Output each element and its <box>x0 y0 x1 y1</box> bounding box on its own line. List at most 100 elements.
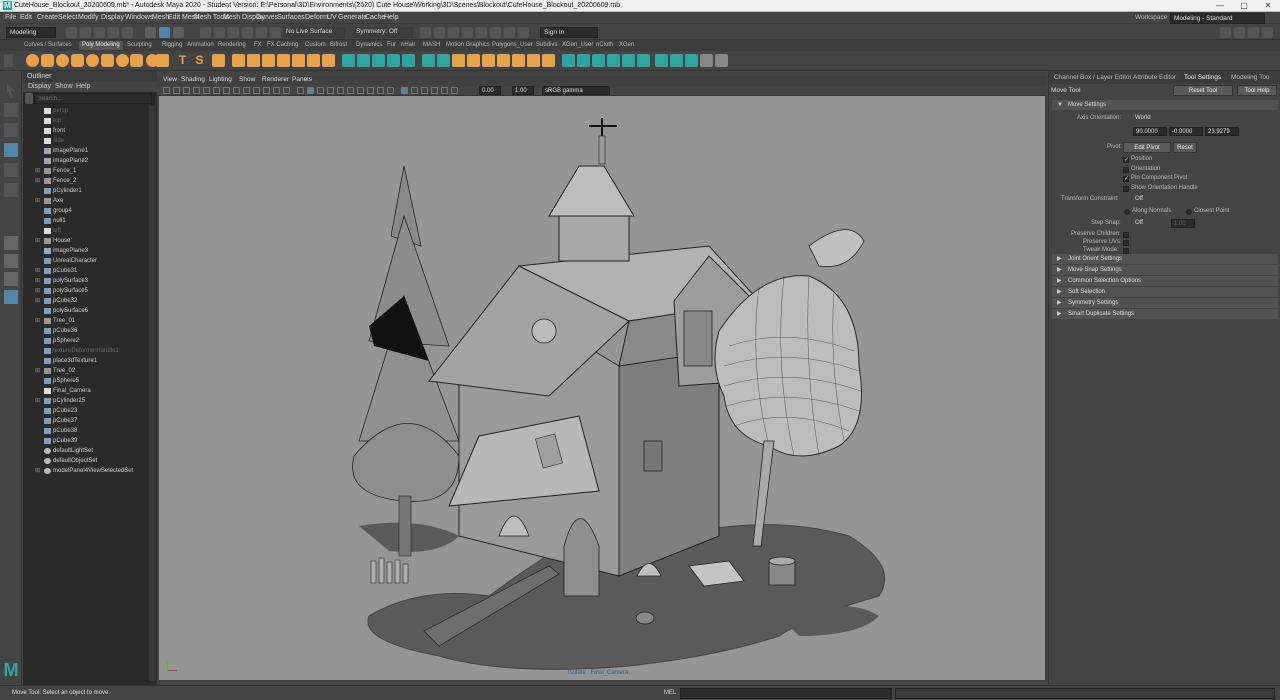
poly-cone-icon[interactable] <box>71 54 84 67</box>
step-snap-select[interactable]: Off <box>1133 219 1167 228</box>
sweep-mesh-icon[interactable] <box>156 54 169 67</box>
new-scene-icon[interactable] <box>66 27 77 38</box>
panel-toggle-icon[interactable] <box>1220 27 1231 38</box>
poly-text-icon[interactable]: T <box>176 54 189 67</box>
depth-of-field-icon[interactable] <box>387 87 394 94</box>
render-setup-icon[interactable] <box>490 27 501 38</box>
sculpt-icon[interactable] <box>715 54 728 67</box>
isolate-select-icon[interactable] <box>401 87 408 94</box>
fill-hole-icon[interactable] <box>322 54 335 67</box>
shadows-icon[interactable] <box>347 87 354 94</box>
axis-orientation-select[interactable]: World <box>1133 114 1231 123</box>
viewport-menu-panels[interactable]: Panels <box>292 76 312 83</box>
section-move-settings[interactable]: ▼ Move Settings <box>1052 100 1278 110</box>
scale-tool-icon[interactable] <box>4 183 18 197</box>
shelf-tab-poly-modeling[interactable]: Poly Modeling <box>79 41 123 50</box>
snap-curve-icon[interactable] <box>214 27 225 38</box>
menu-generate[interactable]: Generate <box>338 14 367 21</box>
outliner-item[interactable]: pCylinder1 <box>23 186 149 196</box>
two-view-layout-icon[interactable] <box>4 272 18 286</box>
expand-icon[interactable]: ⊞ <box>35 316 40 326</box>
menu-select[interactable]: Select <box>58 14 77 21</box>
outliner-menu-help[interactable]: Help <box>76 83 90 90</box>
outliner-item[interactable]: imagePlane2 <box>23 156 149 166</box>
outliner-item[interactable]: pCube23 <box>23 406 149 416</box>
select-tool-icon[interactable] <box>700 54 713 67</box>
extrude-icon[interactable] <box>342 54 355 67</box>
uv-editor-icon[interactable] <box>562 54 575 67</box>
shelf-tab-curves-surfaces[interactable]: Curves / Surfaces <box>24 42 72 48</box>
select-tool-icon[interactable] <box>6 83 16 97</box>
offset-edge-loop-icon[interactable] <box>452 54 465 67</box>
outliner-item[interactable]: pCube39 <box>23 436 149 446</box>
menu-curves[interactable]: Curves <box>256 14 278 21</box>
poly-torus-icon[interactable] <box>86 54 99 67</box>
expand-icon[interactable]: ⊞ <box>35 276 40 286</box>
edit-pivot-button[interactable]: Edit Pivot <box>1123 142 1171 153</box>
section-joint-orient-settings[interactable]: ▶ Joint Orient Settings <box>1052 254 1278 264</box>
shelf-settings-icon[interactable] <box>4 54 13 67</box>
hypershade-icon[interactable] <box>476 27 487 38</box>
outliner-item[interactable]: ⊞ Fence_2 <box>23 176 149 186</box>
viewport-menu-lighting[interactable]: Lighting <box>209 76 232 83</box>
tool-settings-toggle-icon[interactable] <box>1262 27 1273 38</box>
shelf-tab-fx[interactable]: FX <box>254 42 262 48</box>
append-icon[interactable] <box>387 54 400 67</box>
exposure-field[interactable]: 0.00 <box>479 86 501 95</box>
pivot-option-checkbox[interactable] <box>1123 185 1129 192</box>
pivot-option-checkbox[interactable]: ✓ <box>1123 157 1129 163</box>
expand-icon[interactable]: ⊞ <box>35 286 40 296</box>
outliner-item[interactable]: ⊞ Fence_1 <box>23 166 149 176</box>
snap-view-icon[interactable] <box>242 27 253 38</box>
section-common-selection-options[interactable]: ▶ Common Selection Options <box>1052 276 1278 286</box>
x-ray-components-icon[interactable] <box>431 87 438 94</box>
viewport-menu-shading[interactable]: Shading <box>181 76 205 83</box>
resolution-gate-icon[interactable] <box>243 87 250 94</box>
safe-title-icon[interactable] <box>283 87 290 94</box>
preserve-uvs-checkbox[interactable] <box>1123 240 1129 246</box>
expand-icon[interactable]: ⊞ <box>35 166 40 176</box>
separate-icon[interactable] <box>247 54 260 67</box>
poly-disc-icon[interactable] <box>116 54 129 67</box>
motion-blur-icon[interactable] <box>367 87 374 94</box>
shelf-tab-bifrost[interactable]: Bifrost <box>330 42 347 48</box>
extract-icon[interactable] <box>307 54 320 67</box>
poly-sphere-icon[interactable] <box>26 54 39 67</box>
outliner-item[interactable]: Final_Camera <box>23 386 149 396</box>
wedge-icon[interactable] <box>527 54 540 67</box>
shelf-tab-nhair[interactable]: nHair <box>401 42 415 48</box>
boolean-icon[interactable] <box>277 54 290 67</box>
fx-icon[interactable] <box>518 27 529 38</box>
tab-channel-box[interactable]: Channel Box / Layer Editor <box>1054 74 1132 81</box>
select-hierarchy-icon[interactable] <box>145 27 156 38</box>
outliner-item[interactable]: front <box>23 126 149 136</box>
outliner-scrollbar[interactable] <box>149 106 155 681</box>
undo-icon[interactable] <box>108 27 119 38</box>
smooth-shade-icon[interactable] <box>307 87 314 94</box>
viewport-menu-view[interactable]: View <box>163 76 177 83</box>
light-editor-icon[interactable] <box>504 27 515 38</box>
outliner-item[interactable]: imagePlane1 <box>23 146 149 156</box>
outliner-item[interactable]: pCube37 <box>23 416 149 426</box>
insert-edge-loop-icon[interactable] <box>437 54 450 67</box>
expand-icon[interactable]: ⊞ <box>35 236 40 246</box>
platonic-solid-icon[interactable] <box>130 54 143 67</box>
axis-y-field[interactable]: -0.0000 <box>1169 127 1203 136</box>
sew-uv-icon[interactable] <box>637 54 650 67</box>
smooth-icon[interactable] <box>262 54 275 67</box>
outliner-menu-show[interactable]: Show <box>55 83 73 90</box>
outliner-item[interactable]: ⊞ pCylinder25 <box>23 396 149 406</box>
save-scene-icon[interactable] <box>94 27 105 38</box>
viewport-menu-renderer[interactable]: Renderer <box>262 76 289 83</box>
expand-icon[interactable]: ⊞ <box>35 296 40 306</box>
outliner-item[interactable]: group4 <box>23 206 149 216</box>
preserve-children-checkbox[interactable] <box>1123 232 1129 238</box>
select-camera-icon[interactable] <box>163 87 170 94</box>
section-smart-duplicate-settings[interactable]: ▶ Smart Duplicate Settings <box>1052 309 1278 319</box>
image-plane-icon[interactable] <box>193 87 200 94</box>
outliner-item[interactable]: defaultObjectSet <box>23 456 149 466</box>
tab-attribute-editor[interactable]: Attribute Editor <box>1133 74 1176 81</box>
outliner-item[interactable]: textureDeformerHandle1 <box>23 346 149 356</box>
grease-pencil-icon[interactable] <box>213 87 220 94</box>
shelf-tab-xgen[interactable]: XGen <box>619 42 634 48</box>
